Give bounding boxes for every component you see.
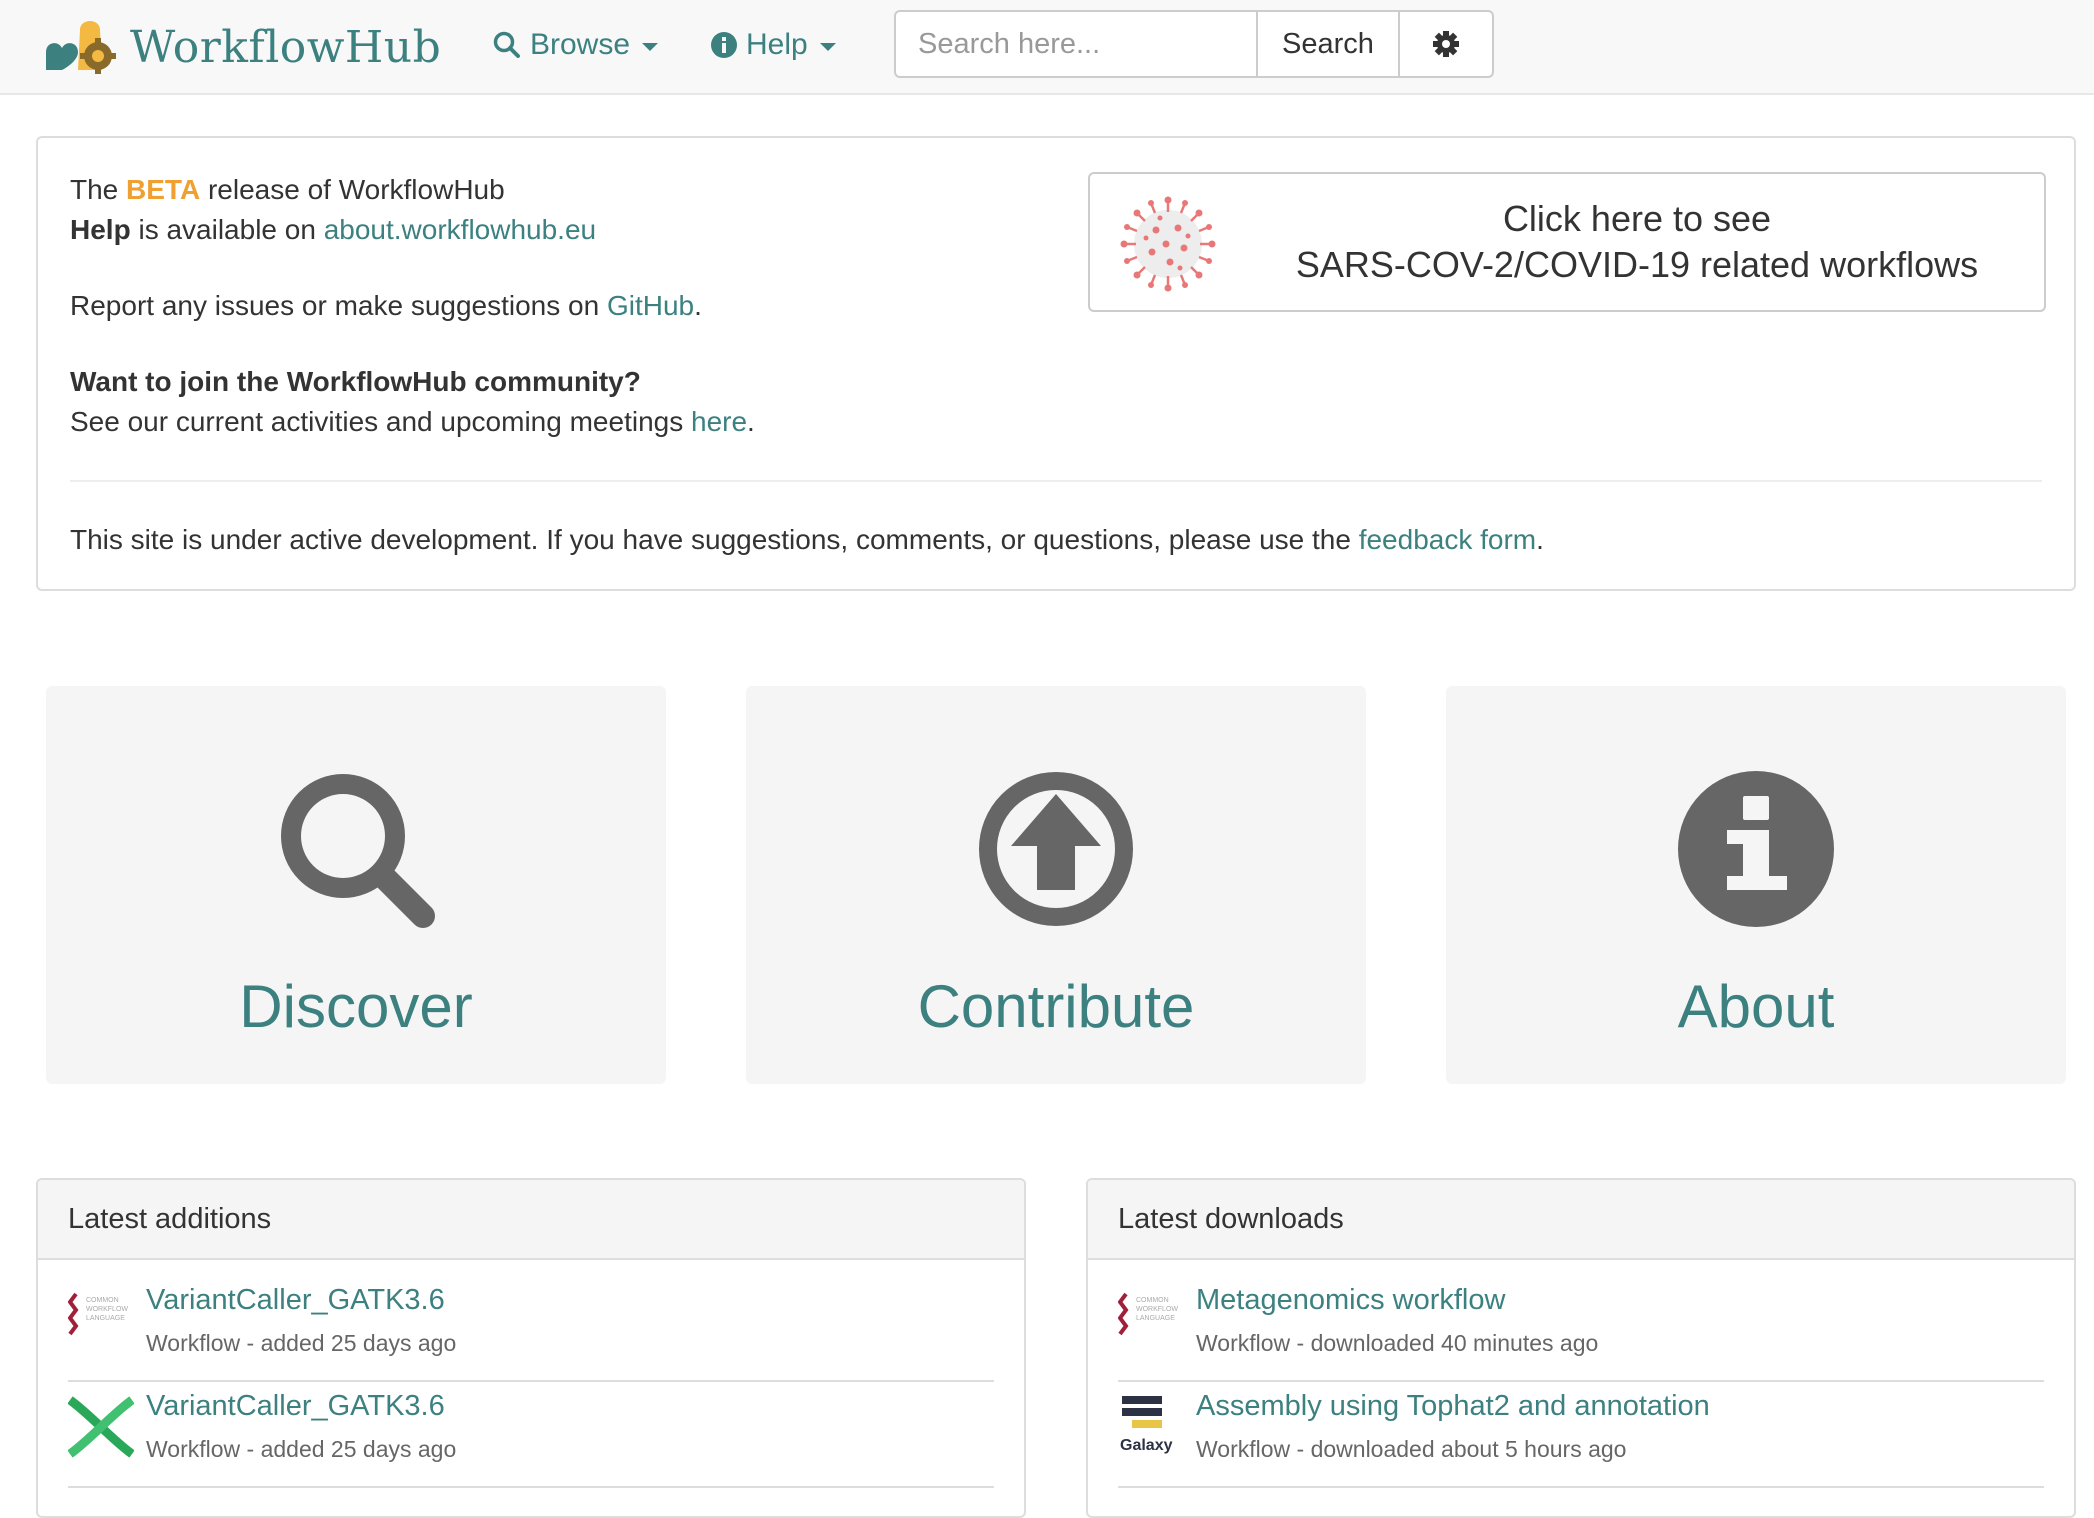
discover-label: Discover [239, 973, 473, 1040]
contribute-tile[interactable]: Contribute [746, 686, 1366, 1084]
caret-down-icon [819, 43, 836, 51]
community-heading: Want to join the WorkflowHub community? [70, 366, 641, 397]
workflow-meta: Workflow - added 25 days ago [146, 1330, 457, 1356]
galaxy-logo-text: Galaxy [1120, 1437, 1173, 1454]
discover-tile[interactable]: Discover [46, 686, 666, 1084]
feedback-form-link[interactable]: feedback form [1359, 524, 1536, 555]
workflow-link[interactable]: VariantCaller_GATK3.6 [146, 1284, 445, 1317]
svg-text:LANGUAGE: LANGUAGE [1136, 1315, 1175, 1322]
github-link[interactable]: GitHub [607, 290, 694, 321]
divider [1118, 1486, 2044, 1488]
list-item: COMMON WORKFLOW LANGUAGE VariantCaller_G… [68, 1276, 994, 1382]
workflow-meta: Workflow - added 25 days ago [146, 1436, 457, 1462]
feedback-text: This site is under active development. I… [70, 524, 1359, 555]
latest-downloads-heading: Latest downloads [1088, 1180, 2074, 1260]
coronavirus-icon [1120, 196, 1216, 292]
workflow-link[interactable]: Assembly using Tophat2 and annotation [1196, 1390, 1710, 1423]
beta-line-prefix: The [70, 174, 127, 205]
list-item: Galaxy Assembly using Tophat2 and annota… [1118, 1382, 2044, 1488]
about-label: About [1677, 973, 1835, 1040]
cwl-logo-icon: COMMON WORKFLOW LANGUAGE [1118, 1292, 1178, 1336]
search-icon [493, 31, 520, 58]
info-circle-icon [1678, 771, 1834, 927]
covid-workflows-banner[interactable]: Click here to see SARS-COV-2/COVID-19 re… [1088, 172, 2046, 312]
latest-additions-panel: Latest additions COMMON WORKFLOW LANGUAG… [36, 1178, 1026, 1518]
help-line-text: is available on [130, 214, 324, 245]
svg-text:COMMON: COMMON [1136, 1297, 1169, 1304]
help-label: Help [746, 28, 808, 61]
help-menu[interactable]: Help [710, 22, 836, 68]
workflow-meta: Workflow - downloaded 40 minutes ago [1196, 1330, 1599, 1356]
search-input[interactable] [894, 10, 1258, 78]
caret-down-icon [642, 43, 659, 51]
meetings-text: See our current activities and upcoming … [70, 406, 691, 437]
latest-additions-heading: Latest additions [38, 1180, 1024, 1260]
search-settings-button[interactable] [1399, 10, 1494, 78]
beta-line-suffix: release of WorkflowHub [200, 174, 505, 205]
contribute-label: Contribute [917, 973, 1195, 1040]
feedback-period: . [1536, 524, 1544, 555]
info-circle-icon [711, 32, 737, 58]
workflow-link[interactable]: VariantCaller_GATK3.6 [146, 1390, 445, 1423]
covid-banner-line2: SARS-COV-2/COVID-19 related workflows [1295, 244, 1979, 285]
meetings-period: . [747, 406, 755, 437]
help-bold: Help [70, 214, 131, 245]
list-item: VariantCaller_GATK3.6 Workflow - added 2… [68, 1382, 994, 1488]
nextflow-logo-icon [68, 1396, 134, 1458]
beta-label: BETA [126, 174, 201, 205]
latest-downloads-panel: Latest downloads COMMON WORKFLOW LANGUAG… [1086, 1178, 2076, 1518]
workflowhub-logo-icon [46, 21, 116, 74]
search-button[interactable]: Search [1258, 10, 1400, 78]
browse-label: Browse [530, 28, 631, 61]
navbar: WorkflowHub Browse Help Search [0, 0, 2094, 95]
announcement-text: The BETA release of WorkflowHub Help is … [70, 170, 755, 442]
svg-text:WORKFLOW: WORKFLOW [86, 1306, 128, 1313]
browse-menu[interactable]: Browse [492, 22, 659, 68]
cwl-logo-icon: COMMON WORKFLOW LANGUAGE [68, 1292, 128, 1336]
about-tile[interactable]: About [1446, 686, 2066, 1084]
divider [70, 480, 2042, 482]
report-period: . [694, 290, 702, 321]
svg-text:WORKFLOW: WORKFLOW [1136, 1306, 1178, 1313]
development-notice: This site is under active development. I… [70, 520, 1544, 560]
svg-text:LANGUAGE: LANGUAGE [86, 1315, 125, 1322]
list-item: COMMON WORKFLOW LANGUAGE Metagenomics wo… [1118, 1276, 2044, 1382]
workflow-meta: Workflow - downloaded about 5 hours ago [1196, 1436, 1627, 1462]
brand-name: WorkflowHub [130, 21, 442, 73]
report-text: Report any issues or make suggestions on [70, 290, 607, 321]
covid-banner-text: Click here to see SARS-COV-2/COVID-19 re… [1250, 196, 2024, 288]
announcement-panel: The BETA release of WorkflowHub Help is … [36, 136, 2076, 591]
covid-banner-line1: Click here to see [1502, 198, 1772, 239]
upload-arrow-circle-icon [979, 772, 1133, 926]
divider [68, 1486, 994, 1488]
gear-icon [1432, 31, 1459, 57]
brand-link[interactable]: WorkflowHub [40, 12, 441, 82]
about-link[interactable]: about.workflowhub.eu [324, 214, 596, 245]
workflow-link[interactable]: Metagenomics workflow [1196, 1284, 1505, 1317]
svg-text:COMMON: COMMON [86, 1297, 119, 1304]
galaxy-logo-icon: Galaxy [1120, 1396, 1173, 1454]
magnifier-icon [281, 774, 435, 928]
meetings-link[interactable]: here [691, 406, 747, 437]
search-form: Search [894, 10, 1494, 78]
